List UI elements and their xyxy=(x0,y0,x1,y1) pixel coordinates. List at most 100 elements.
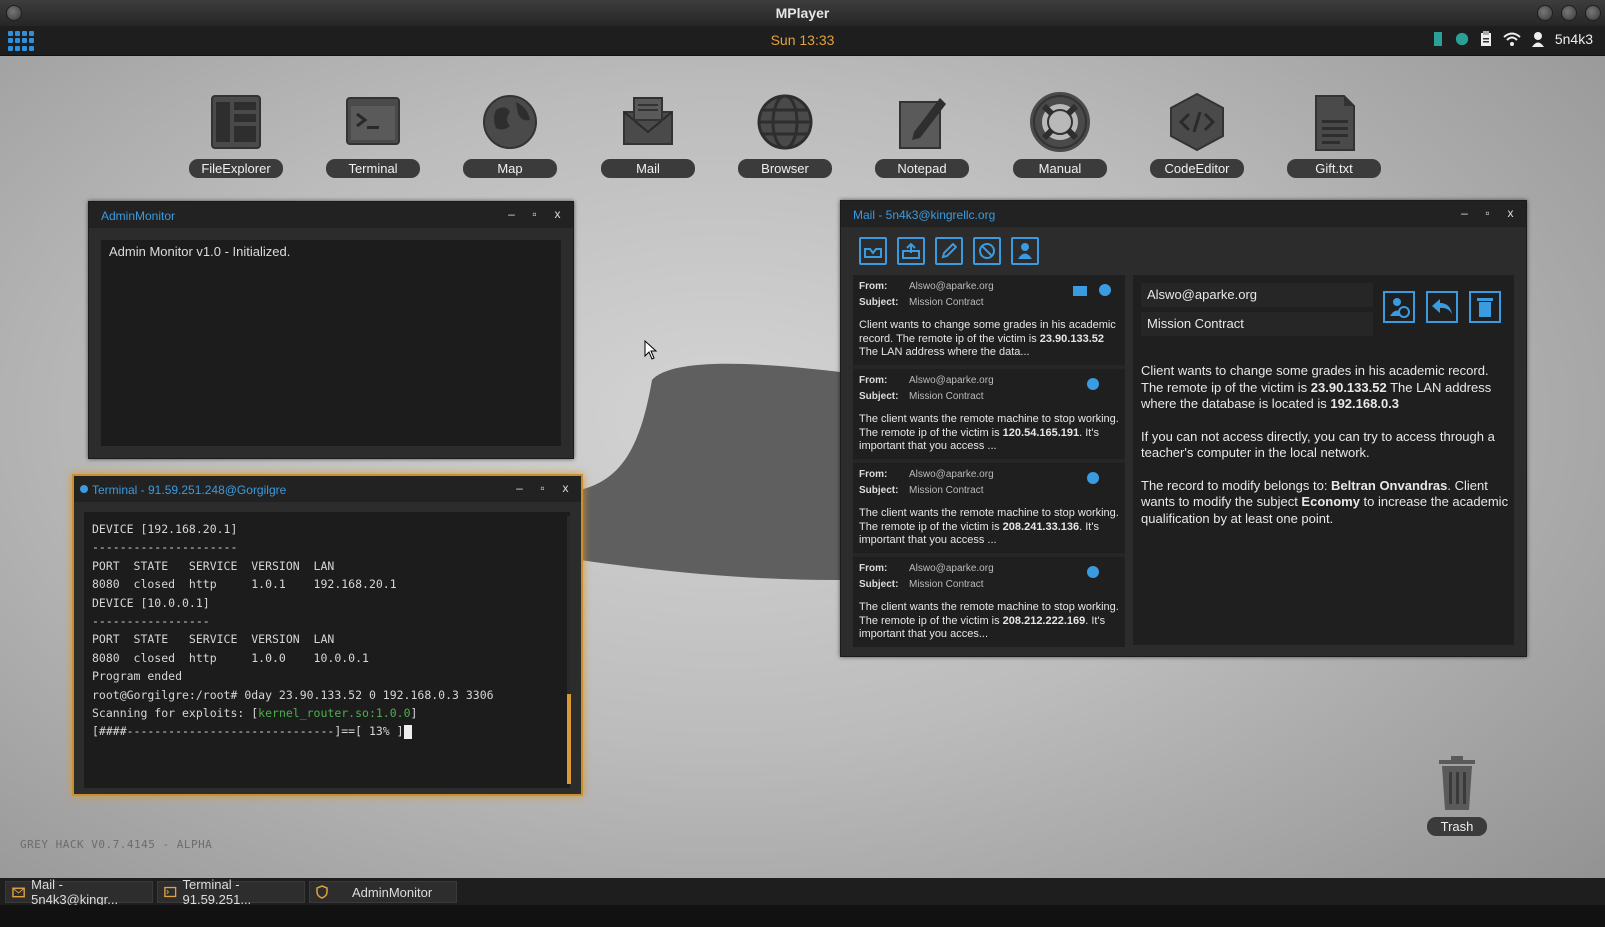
compose-icon xyxy=(941,243,957,259)
block-button[interactable] xyxy=(973,237,1001,265)
app-grid-icon[interactable] xyxy=(8,31,34,51)
from-key: From: xyxy=(859,281,888,292)
window-title-bar[interactable]: Mail - 5n4k3@kingrellc.org – ▫ x xyxy=(841,201,1526,227)
minimize-button[interactable]: – xyxy=(506,207,517,221)
desktop-icon-trash[interactable]: Trash xyxy=(1424,756,1490,836)
subject-key: Subject: xyxy=(859,391,899,402)
outbox-button[interactable] xyxy=(897,237,925,265)
minimize-button[interactable]: – xyxy=(514,481,525,495)
compose-button[interactable] xyxy=(935,237,963,265)
taskbar-item-adminmonitor[interactable]: AdminMonitor xyxy=(309,881,457,903)
inbox-icon xyxy=(864,248,882,258)
subject-key: Subject: xyxy=(859,485,899,496)
desktop-icon-label: Terminal xyxy=(326,159,420,178)
os-title: MPlayer xyxy=(775,5,830,21)
system-tray: 5n4k3 xyxy=(1431,31,1593,47)
user-icon[interactable] xyxy=(1531,31,1545,47)
terminal-line: DEVICE [192.168.20.1] xyxy=(92,522,238,536)
desktop-icon-browser[interactable]: Browser xyxy=(737,92,833,178)
desktop-icon-map[interactable]: Map xyxy=(462,92,558,178)
desktop-icon-manual[interactable]: Manual xyxy=(1012,92,1108,178)
mail-from: Alswo@aparke.org xyxy=(909,281,994,292)
inbox-button[interactable] xyxy=(859,237,887,265)
mission-status-icon xyxy=(1099,284,1111,296)
mail-from: Alswo@aparke.org xyxy=(909,563,994,574)
desktop-icon-codeeditor[interactable]: CodeEditor xyxy=(1149,92,1245,178)
clipboard-icon[interactable] xyxy=(1479,31,1493,47)
block-icon xyxy=(979,243,995,259)
mail-list-item[interactable]: From: Alswo@aparke.org Subject: Mission Co… xyxy=(853,275,1125,365)
mail-paragraph: If you can not access directly, you can … xyxy=(1141,428,1495,461)
terminal-line: Program ended xyxy=(92,669,183,684)
taskbar: Mail - 5n4k3@kingr... Terminal - 91.59.2… xyxy=(0,877,1605,907)
trash-icon xyxy=(1477,298,1493,317)
window-title: Mail - 5n4k3@kingrellc.org xyxy=(853,208,996,222)
add-contact-button[interactable] xyxy=(1383,291,1415,323)
window-title: Terminal - 91.59.251.248@Gorgilgre xyxy=(92,483,287,497)
maximize-button[interactable]: ▫ xyxy=(1482,206,1493,220)
desktop-icon-label: Map xyxy=(463,159,557,178)
desktop-icon-gift-txt[interactable]: Gift.txt xyxy=(1286,92,1382,178)
globe-icon xyxy=(483,95,537,149)
desktop-icon-fileexplorer[interactable]: FileExplorer xyxy=(188,92,284,178)
terminal-output[interactable]: DEVICE [192.168.20.1] -------------------… xyxy=(84,512,570,788)
desktop-icon-label: Trash xyxy=(1426,817,1488,836)
wifi-icon[interactable] xyxy=(1503,31,1521,47)
desktop-icon-notepad[interactable]: Notepad xyxy=(874,92,970,178)
game-version-label: GREY HACK V0.7.4145 - ALPHA xyxy=(20,838,213,851)
terminal-line: --------------------- xyxy=(92,540,238,555)
terminal-status-icon xyxy=(80,485,88,493)
close-button[interactable]: x xyxy=(560,481,571,495)
mail-list-item[interactable]: From: Alswo@aparke.org Subject: Mission Co… xyxy=(853,369,1125,459)
close-button[interactable] xyxy=(1585,5,1601,21)
scrollbar-thumb[interactable] xyxy=(567,694,571,784)
window-title: AdminMonitor xyxy=(101,209,176,223)
trash-can-icon xyxy=(1439,756,1475,810)
contacts-button[interactable] xyxy=(1011,237,1039,265)
terminal-scan-line: Scanning for exploits: [kernel_router.so… xyxy=(92,704,562,722)
maximize-button[interactable] xyxy=(1561,5,1577,21)
close-button[interactable]: x xyxy=(1505,206,1516,220)
maximize-button[interactable]: ▫ xyxy=(537,481,548,495)
maximize-button[interactable]: ▫ xyxy=(529,207,540,221)
mail-preview: The client wants the remote machine to s… xyxy=(859,413,1119,452)
username-label: 5n4k3 xyxy=(1554,31,1593,47)
terminal-line: 8080 closed http 1.0.0 10.0.0.1 xyxy=(92,650,369,665)
mail-preview: The client wants the remote machine to s… xyxy=(859,601,1119,640)
scan-library: kernel_router.so:1.0.0 xyxy=(258,706,411,721)
reader-subject-field: Mission Contract xyxy=(1141,312,1373,336)
battery-icon[interactable] xyxy=(1431,31,1445,47)
close-button[interactable]: x xyxy=(552,207,563,221)
desktop-icon-mail[interactable]: Mail xyxy=(600,92,696,178)
admin-monitor-output: Admin Monitor v1.0 - Initialized. xyxy=(101,240,561,446)
window-menu-button[interactable] xyxy=(6,5,22,21)
desktop-icon-label: Mail xyxy=(601,159,695,178)
mail-window[interactable]: Mail - 5n4k3@kingrellc.org – ▫ x From: Al… xyxy=(840,200,1527,657)
desktop-icon-terminal[interactable]: Terminal xyxy=(325,92,421,178)
mail-subject: Mission Contract xyxy=(909,391,984,402)
admin-monitor-window[interactable]: AdminMonitor – ▫ x Admin Monitor v1.0 - … xyxy=(88,201,574,459)
from-key: From: xyxy=(859,469,888,480)
taskbar-item-mail[interactable]: Mail - 5n4k3@kingr... xyxy=(5,877,153,907)
outbox-icon xyxy=(902,243,920,259)
taskbar-label: AdminMonitor xyxy=(352,884,433,900)
mail-body: Client wants to change some grades in hi… xyxy=(1141,363,1511,543)
terminal-window[interactable]: Terminal - 91.59.251.248@Gorgilgre – ▫ x… xyxy=(72,474,583,796)
delete-button[interactable] xyxy=(1469,291,1501,323)
mail-subject: Mission Contract xyxy=(909,485,984,496)
mail-list-item[interactable]: From: Alswo@aparke.org Subject: Mission Co… xyxy=(853,463,1125,553)
network-globe-icon[interactable] xyxy=(1455,31,1469,47)
scan-suffix: ] xyxy=(410,706,418,721)
window-title-bar[interactable]: Terminal - 91.59.251.248@Gorgilgre – ▫ x xyxy=(74,476,581,502)
minimize-button[interactable]: – xyxy=(1459,206,1470,220)
window-title-bar[interactable]: AdminMonitor – ▫ x xyxy=(89,202,573,228)
reply-button[interactable] xyxy=(1426,291,1458,323)
taskbar-item-terminal[interactable]: Terminal - 91.59.251... xyxy=(157,877,305,907)
taskbar-label: Mail - 5n4k3@kingr... xyxy=(31,877,119,907)
mail-list-item[interactable]: From: Alswo@aparke.org Subject: Mission Co… xyxy=(853,557,1125,647)
mail-paragraph: The record to modify belongs to: Beltran… xyxy=(1141,477,1509,526)
terminal-scrollbar[interactable] xyxy=(567,516,571,784)
mail-toolbar xyxy=(859,237,1039,265)
clock: Sun 13:33 xyxy=(770,32,835,48)
minimize-button[interactable] xyxy=(1537,5,1553,21)
